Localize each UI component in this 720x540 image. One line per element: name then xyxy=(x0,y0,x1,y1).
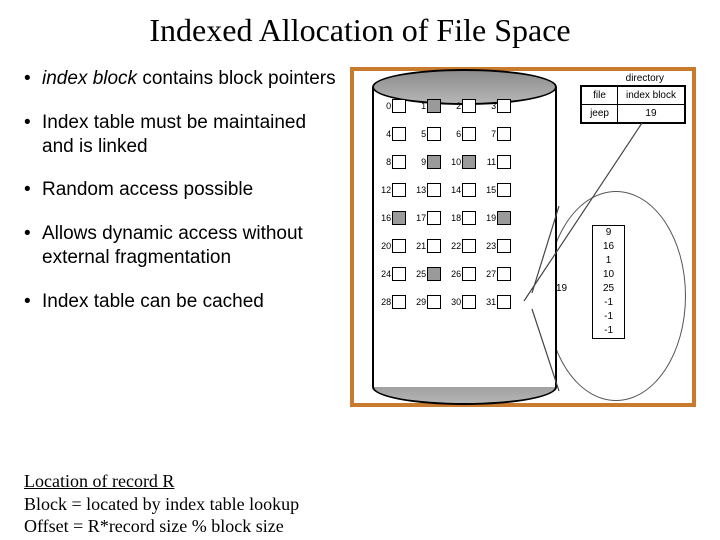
disk-block: 23 xyxy=(481,239,511,253)
disk-block: 6 xyxy=(446,127,476,141)
location-heading: Location of record R xyxy=(24,471,174,491)
disk-cylinder: 0123456789101112131415161718192021222324… xyxy=(372,69,557,401)
bullet-list: index block contains block pointers Index… xyxy=(24,67,350,407)
disk-block: 14 xyxy=(446,183,476,197)
disk-block: 8 xyxy=(376,155,406,169)
disk-block: 31 xyxy=(481,295,511,309)
disk-block: 30 xyxy=(446,295,476,309)
disk-block: 20 xyxy=(376,239,406,253)
index-block-zoom: 19 91611025-1-1-1 xyxy=(546,191,686,401)
disk-block-grid: 0123456789101112131415161718192021222324… xyxy=(376,99,553,323)
location-formula: Location of record R Block = located by … xyxy=(24,470,299,538)
disk-block: 12 xyxy=(376,183,406,197)
disk-block: 19 xyxy=(481,211,511,225)
location-line1: Block = located by index table lookup xyxy=(24,493,299,516)
index-table: 91611025-1-1-1 xyxy=(592,225,625,339)
disk-block: 18 xyxy=(446,211,476,225)
disk-block: 13 xyxy=(411,183,441,197)
index-entry: -1 xyxy=(593,296,624,310)
index-entry: -1 xyxy=(593,324,624,338)
location-line2: Offset = R*record size % block size xyxy=(24,515,299,538)
directory-table: file index block jeep 19 xyxy=(580,85,686,124)
disk-block: 26 xyxy=(446,267,476,281)
diagram-figure: directory file index block jeep 19 xyxy=(350,67,696,407)
index-entry: 1 xyxy=(593,254,624,268)
bullet-item: Index table can be cached xyxy=(24,290,340,314)
disk-block: 3 xyxy=(481,99,511,113)
disk-block: 21 xyxy=(411,239,441,253)
disk-block: 7 xyxy=(481,127,511,141)
index-entry: 10 xyxy=(593,268,624,282)
dir-index-value: 19 xyxy=(617,105,684,123)
disk-block: 16 xyxy=(376,211,406,225)
dir-header-indexblock: index block xyxy=(617,87,684,105)
bullet-item: Random access possible xyxy=(24,178,340,202)
disk-block: 2 xyxy=(446,99,476,113)
bullet-item: Index table must be maintained and is li… xyxy=(24,111,340,159)
disk-block: 4 xyxy=(376,127,406,141)
disk-block: 24 xyxy=(376,267,406,281)
directory-label: directory xyxy=(626,73,664,84)
disk-block: 22 xyxy=(446,239,476,253)
disk-block: 27 xyxy=(481,267,511,281)
index-entry: -1 xyxy=(593,310,624,324)
disk-block: 11 xyxy=(481,155,511,169)
disk-block: 28 xyxy=(376,295,406,309)
disk-block: 17 xyxy=(411,211,441,225)
disk-block: 10 xyxy=(446,155,476,169)
bullet-item: Allows dynamic access without external f… xyxy=(24,222,340,270)
disk-block: 15 xyxy=(481,183,511,197)
dir-header-file: file xyxy=(582,87,618,105)
index-entry: 9 xyxy=(593,226,624,240)
index-block-number: 19 xyxy=(556,283,567,294)
slide-title: Indexed Allocation of File Space xyxy=(24,12,696,49)
bullet-item: index block contains block pointers xyxy=(24,67,340,91)
index-entry: 25 xyxy=(593,282,624,296)
dir-file-name: jeep xyxy=(582,105,618,123)
index-entry: 16 xyxy=(593,240,624,254)
disk-block: 1 xyxy=(411,99,441,113)
disk-block: 0 xyxy=(376,99,406,113)
disk-block: 5 xyxy=(411,127,441,141)
disk-block: 9 xyxy=(411,155,441,169)
disk-block: 25 xyxy=(411,267,441,281)
disk-block: 29 xyxy=(411,295,441,309)
